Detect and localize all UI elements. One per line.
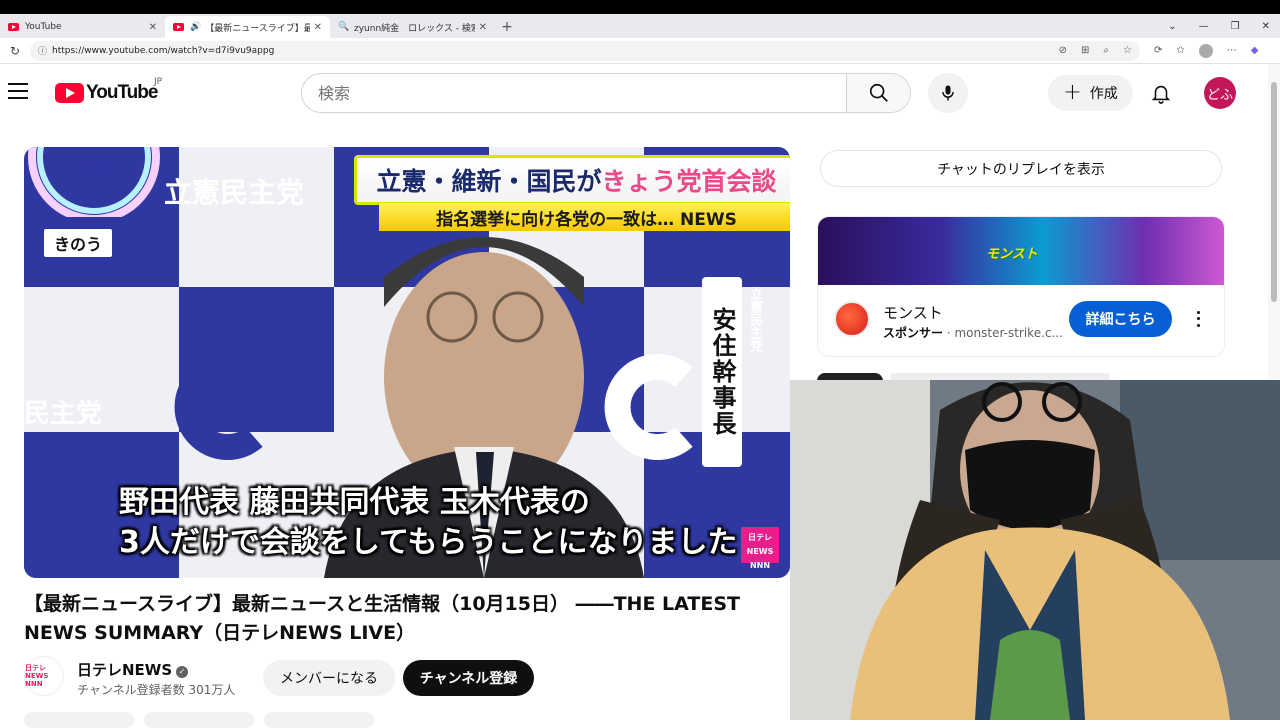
new-tab-button[interactable]: + bbox=[495, 16, 519, 38]
youtube-header: YouTube JP + 作成 どふ bbox=[0, 64, 1270, 124]
favorites-icon[interactable]: ✩ bbox=[1176, 45, 1184, 56]
window-menu-icon[interactable]: ⌄ bbox=[1168, 21, 1176, 32]
favorite-star-icon[interactable]: ☆ bbox=[1123, 45, 1132, 56]
search-icon bbox=[869, 83, 888, 102]
menu-hamburger-icon[interactable] bbox=[8, 83, 28, 99]
caption-line-2: 3人だけで会談をしてもらうことになりました bbox=[119, 525, 738, 560]
translate-icon[interactable]: ⊘ bbox=[1059, 45, 1067, 56]
youtube-play-logo-icon bbox=[55, 83, 84, 103]
speaker-name-tag: 安住幹事長 bbox=[702, 277, 742, 467]
action-chips bbox=[24, 712, 374, 728]
backdrop-party-text: 立憲民主党 bbox=[164, 176, 304, 209]
ntv-watermark: 日テレNEWS NNN bbox=[741, 527, 779, 570]
action-chip[interactable] bbox=[24, 712, 134, 728]
action-chip[interactable] bbox=[264, 712, 374, 728]
tab-label: 【最新ニュースライブ】最新ニュース bbox=[205, 23, 310, 34]
url-box[interactable]: ⓘ https://www.youtube.com/watch?v=d7i9vu… bbox=[30, 40, 1140, 61]
profile-icon[interactable] bbox=[1198, 43, 1213, 58]
reader-icon[interactable]: ⊞ bbox=[1081, 45, 1089, 56]
minimize-icon[interactable]: — bbox=[1199, 21, 1209, 32]
action-chip[interactable] bbox=[144, 712, 254, 728]
tab-close-icon[interactable]: ✕ bbox=[314, 22, 322, 33]
window-controls: ⌄ — ❐ ✕ bbox=[1168, 14, 1270, 38]
browser-tab-strip: YouTube ✕ 🔊 【最新ニュースライブ】最新ニュース ✕ 🔍 zyunn純… bbox=[0, 14, 1280, 38]
news-banner-sub: 指名選挙に向け各党の一致は… NEWS bbox=[379, 203, 790, 231]
site-info-icon[interactable]: ⓘ bbox=[38, 44, 52, 57]
search-input[interactable] bbox=[302, 74, 846, 112]
address-bar: ↻ ⓘ https://www.youtube.com/watch?v=d7i9… bbox=[0, 38, 1280, 64]
banner-main-highlight: きょう党首会談 bbox=[601, 167, 777, 196]
zoom-icon[interactable]: ⌕ bbox=[1103, 45, 1109, 56]
ad-domain: monster-strike.c... bbox=[954, 326, 1063, 340]
svg-text:ZIP!: ZIP! bbox=[82, 158, 109, 172]
channel-avatar[interactable]: 日テレNEWS NNN bbox=[24, 656, 64, 696]
ad-more-options-icon[interactable] bbox=[1190, 309, 1206, 329]
tab-label: YouTube bbox=[25, 22, 62, 32]
video-player[interactable]: 立憲民主党 民主党 ZIP! きのう 立憲・維新・国民が きょう党首会談 指名選挙… bbox=[24, 147, 790, 578]
scrollbar-thumb[interactable] bbox=[1271, 82, 1277, 302]
region-label: JP bbox=[154, 77, 163, 87]
youtube-favicon-icon bbox=[8, 23, 19, 31]
url-text[interactable]: https://www.youtube.com/watch?v=d7i9vu9a… bbox=[52, 46, 1045, 56]
channel-row: 日テレNEWS NNN 日テレNEWS ✓ チャンネル登録者数 301万人 メンバ… bbox=[24, 656, 784, 700]
banner-main-pre: 立憲・維新・国民が bbox=[376, 167, 602, 196]
youtube-logo[interactable]: YouTube JP bbox=[55, 77, 162, 104]
caption-line-1: 野田代表 藤田共同代表 玉木代表の bbox=[119, 485, 590, 520]
subscribe-button[interactable]: チャンネル登録 bbox=[403, 660, 534, 696]
ad-sponsor-label: スポンサー bbox=[883, 326, 944, 340]
account-avatar[interactable]: どふ bbox=[1204, 77, 1236, 109]
search-box bbox=[301, 73, 911, 113]
show-chat-replay-button[interactable]: チャットのリプレイを表示 bbox=[820, 150, 1222, 187]
plus-icon: + bbox=[1063, 80, 1082, 105]
webcam-image bbox=[790, 380, 1280, 720]
ad-banner-logo: モンスト bbox=[986, 247, 1038, 262]
extensions-icon[interactable]: ⟳ bbox=[1154, 45, 1162, 56]
search-button[interactable] bbox=[846, 74, 910, 112]
search-favicon-icon: 🔍 bbox=[338, 22, 350, 32]
channel-name[interactable]: 日テレNEWS bbox=[77, 661, 172, 679]
channel-name-wrap[interactable]: 日テレNEWS ✓ bbox=[77, 659, 189, 680]
reload-icon[interactable]: ↻ bbox=[0, 44, 30, 58]
youtube-favicon-icon bbox=[173, 23, 184, 31]
news-banner-main: 立憲・維新・国民が きょう党首会談 bbox=[354, 155, 790, 205]
ad-advertiser-name[interactable]: モンスト bbox=[883, 302, 943, 323]
sponsored-ad-card[interactable]: モンスト モンスト スポンサー · monster-strike.c... 詳細… bbox=[817, 216, 1225, 357]
webcam-overlay bbox=[790, 380, 1280, 720]
browser-tab-search[interactable]: 🔍 zyunn純金 ロレックス - 検索 ✕ bbox=[330, 16, 495, 38]
window-close-icon[interactable]: ✕ bbox=[1262, 21, 1270, 32]
browser-tab-news-live[interactable]: 🔊 【最新ニュースライブ】最新ニュース ✕ bbox=[165, 16, 330, 38]
ad-cta-button[interactable]: 詳細こちら bbox=[1069, 301, 1172, 337]
video-title: 【最新ニュースライブ】最新ニュースと生活情報（10月15日） ――THE LAT… bbox=[24, 593, 740, 644]
ad-sponsor-line: スポンサー · monster-strike.c... bbox=[883, 326, 1063, 340]
youtube-wordmark: YouTube bbox=[86, 82, 158, 103]
speaker-party-tag: 立憲民主党 bbox=[747, 287, 762, 352]
speaker-icon[interactable]: 🔊 bbox=[190, 22, 201, 32]
ad-advertiser-icon[interactable] bbox=[834, 301, 870, 337]
verified-check-icon: ✓ bbox=[176, 666, 189, 678]
tab-close-icon[interactable]: ✕ bbox=[149, 22, 157, 33]
more-menu-icon[interactable]: ⋯ bbox=[1227, 45, 1237, 56]
join-membership-button[interactable]: メンバーになる bbox=[263, 660, 395, 696]
screen-top-bar bbox=[0, 0, 1280, 14]
zip-logo: ZIP! bbox=[28, 147, 160, 217]
browser-toolbar-right: ⟳ ✩ ⋯ ◆ bbox=[1154, 43, 1259, 58]
copilot-icon[interactable]: ◆ bbox=[1251, 45, 1259, 56]
tab-label: zyunn純金 ロレックス - 検索 bbox=[354, 23, 475, 34]
browser-tab-youtube[interactable]: YouTube ✕ bbox=[0, 16, 165, 38]
svg-text:民主党: 民主党 bbox=[24, 399, 102, 429]
microphone-icon bbox=[942, 85, 954, 101]
ad-banner-image[interactable]: モンスト bbox=[818, 217, 1224, 285]
voice-search-button[interactable] bbox=[928, 73, 968, 113]
yesterday-tag: きのう bbox=[44, 229, 113, 257]
notifications-bell-icon[interactable] bbox=[1150, 82, 1172, 104]
video-caption: 野田代表 藤田共同代表 玉木代表の 3人だけで会談をしてもらうことになりました bbox=[119, 483, 737, 563]
create-label: 作成 bbox=[1089, 86, 1118, 102]
maximize-icon[interactable]: ❐ bbox=[1231, 21, 1240, 32]
tab-close-icon[interactable]: ✕ bbox=[479, 22, 487, 33]
create-button[interactable]: + 作成 bbox=[1048, 75, 1133, 111]
subscriber-count: チャンネル登録者数 301万人 bbox=[77, 683, 236, 697]
